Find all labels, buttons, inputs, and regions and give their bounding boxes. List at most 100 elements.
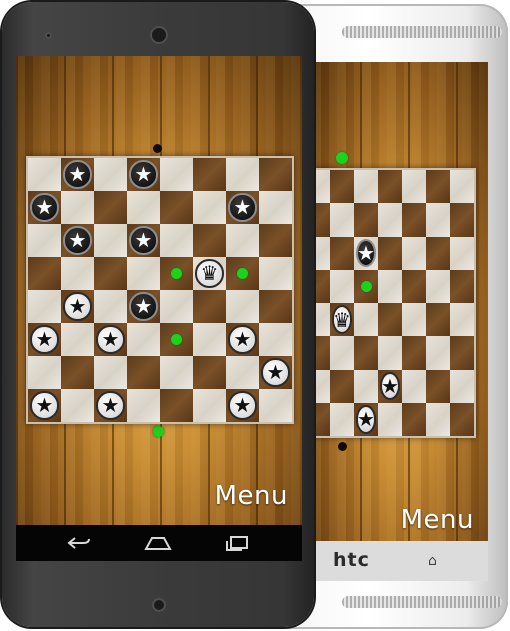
board-square[interactable] (259, 224, 292, 257)
move-hint-dot[interactable] (171, 334, 182, 345)
board-square[interactable]: ★ (61, 158, 94, 191)
board-square[interactable]: ★ (259, 356, 292, 389)
white-man-piece[interactable]: ★ (63, 292, 92, 321)
white-man-piece[interactable]: ★ (30, 391, 59, 420)
board-square[interactable] (94, 290, 127, 323)
board-square[interactable] (28, 290, 61, 323)
board-square[interactable] (450, 369, 474, 403)
board-square[interactable] (94, 257, 127, 290)
board-square[interactable] (28, 158, 61, 191)
black-man-piece[interactable]: ★ (63, 160, 92, 189)
board-square[interactable] (450, 336, 474, 370)
white-man-piece[interactable]: ★ (96, 325, 125, 354)
board-square[interactable] (354, 170, 378, 204)
board-square[interactable] (127, 191, 160, 224)
board-square[interactable]: ★ (28, 191, 61, 224)
board-square[interactable] (61, 191, 94, 224)
board-square[interactable] (160, 257, 193, 290)
white-man-piece[interactable]: ★ (355, 405, 377, 434)
board-square[interactable] (259, 389, 292, 422)
board-square[interactable] (226, 257, 259, 290)
board-square[interactable]: ★ (226, 323, 259, 356)
board-square[interactable]: ★ (127, 224, 160, 257)
board-square[interactable] (426, 203, 450, 237)
board-square[interactable] (378, 203, 402, 237)
board-square[interactable] (259, 191, 292, 224)
board-square[interactable] (94, 191, 127, 224)
black-man-piece[interactable]: ★ (129, 160, 158, 189)
menu-button[interactable]: Menu (215, 481, 288, 511)
board-square[interactable] (450, 170, 474, 204)
board-square[interactable] (312, 203, 330, 237)
board-square[interactable] (450, 303, 474, 337)
board-square[interactable] (312, 402, 330, 436)
board-square[interactable]: ★ (61, 290, 94, 323)
board-square[interactable] (330, 236, 354, 270)
board-square[interactable] (193, 191, 226, 224)
board-square[interactable] (226, 290, 259, 323)
board-square[interactable]: ★ (378, 369, 402, 403)
board-square[interactable] (94, 224, 127, 257)
black-man-piece[interactable]: ★ (355, 238, 377, 268)
board-square[interactable] (61, 323, 94, 356)
board-square[interactable] (312, 369, 330, 403)
board-square[interactable] (312, 170, 330, 204)
board-square[interactable] (378, 236, 402, 270)
board-square[interactable] (426, 269, 450, 303)
board-square[interactable]: ★ (354, 236, 378, 270)
board-square[interactable] (259, 257, 292, 290)
board-square[interactable] (354, 303, 378, 337)
board-square[interactable] (354, 269, 378, 303)
black-man-piece[interactable]: ★ (63, 226, 92, 255)
white-man-piece[interactable]: ★ (261, 358, 290, 387)
board-square[interactable] (160, 191, 193, 224)
board-square[interactable] (426, 170, 450, 204)
board-square[interactable]: ★ (28, 389, 61, 422)
home-icon[interactable] (144, 536, 172, 550)
board-square[interactable] (193, 290, 226, 323)
board-square[interactable]: ★ (127, 158, 160, 191)
board-square[interactable] (61, 389, 94, 422)
board-square[interactable] (330, 269, 354, 303)
board-square[interactable] (226, 224, 259, 257)
move-hint-dot[interactable] (153, 426, 164, 437)
board-square[interactable]: ★ (127, 290, 160, 323)
board-square[interactable]: ♛ (193, 257, 226, 290)
board-square[interactable] (330, 336, 354, 370)
board-square[interactable] (354, 203, 378, 237)
board-square[interactable] (450, 236, 474, 270)
board-square[interactable] (127, 257, 160, 290)
white-man-piece[interactable]: ★ (30, 325, 59, 354)
move-hint-dot[interactable] (237, 268, 248, 279)
board-square[interactable]: ★ (354, 402, 378, 436)
board-square[interactable] (259, 323, 292, 356)
board-square[interactable] (426, 369, 450, 403)
board-square[interactable] (402, 269, 426, 303)
board-square[interactable] (402, 402, 426, 436)
board-square[interactable] (426, 402, 450, 436)
board-square[interactable] (193, 158, 226, 191)
board-square[interactable] (160, 356, 193, 389)
board-square[interactable] (160, 389, 193, 422)
board-square[interactable] (94, 356, 127, 389)
board-square[interactable] (378, 269, 402, 303)
board-square[interactable] (378, 402, 402, 436)
board-square[interactable] (378, 336, 402, 370)
board-square[interactable] (402, 369, 426, 403)
board-square[interactable] (127, 356, 160, 389)
board-square[interactable] (193, 389, 226, 422)
board-square[interactable] (330, 170, 354, 204)
white-man-piece[interactable]: ★ (96, 391, 125, 420)
board-square[interactable] (226, 158, 259, 191)
board-square[interactable] (28, 257, 61, 290)
board-square[interactable] (354, 336, 378, 370)
board-square[interactable]: ★ (94, 323, 127, 356)
board-square[interactable] (312, 303, 330, 337)
board-square[interactable] (426, 336, 450, 370)
board-square[interactable]: ★ (226, 389, 259, 422)
board-square[interactable]: ★ (61, 224, 94, 257)
board-square[interactable] (28, 224, 61, 257)
board-square[interactable] (259, 158, 292, 191)
board-square[interactable]: ★ (226, 191, 259, 224)
menu-button[interactable]: Menu (401, 505, 474, 535)
